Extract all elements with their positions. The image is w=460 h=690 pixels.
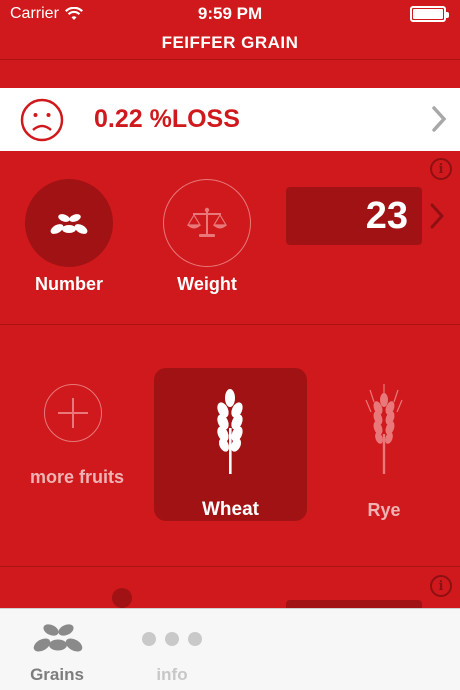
loss-value: 0.22 %LOSS xyxy=(94,105,240,133)
scale-icon xyxy=(186,207,228,237)
count-value[interactable]: 23 xyxy=(286,187,422,245)
page-title: FEIFFER GRAIN xyxy=(161,33,299,52)
loss-summary-row[interactable]: 0.22 %LOSS xyxy=(0,88,460,151)
tab-info[interactable]: info xyxy=(112,609,232,690)
divider xyxy=(0,59,460,60)
partial-value-box xyxy=(286,600,422,608)
chevron-right-icon[interactable] xyxy=(430,203,444,229)
tab-label-grains: Grains xyxy=(30,665,84,684)
tab-grains[interactable]: Grains xyxy=(0,609,120,690)
mode-label-number: Number xyxy=(34,274,103,294)
grains-tab-icon xyxy=(33,624,83,652)
more-fruits-label[interactable]: more fruits xyxy=(18,467,136,488)
grains-icon xyxy=(50,214,88,234)
info-icon[interactable]: i xyxy=(430,575,452,597)
rye-icon[interactable] xyxy=(362,382,406,474)
partial-circle-button xyxy=(112,588,132,608)
more-dots-icon xyxy=(142,632,202,646)
tab-label-info: info xyxy=(156,665,188,684)
status-bar: Carrier 9:59 PM xyxy=(0,0,460,28)
grain-label-wheat: Wheat xyxy=(202,499,259,520)
mode-label-weight: Weight xyxy=(177,274,237,294)
chevron-right-icon xyxy=(432,106,446,132)
divider xyxy=(0,566,460,567)
number-mode-button[interactable] xyxy=(25,179,113,267)
tab-bar: Grains info xyxy=(0,608,460,690)
sad-face-icon xyxy=(20,98,64,141)
status-time: 9:59 PM xyxy=(197,4,263,23)
battery-icon xyxy=(410,6,449,22)
grain-card-wheat[interactable]: Wheat xyxy=(154,368,307,521)
wheat-icon xyxy=(217,389,243,474)
add-grain-button[interactable] xyxy=(44,384,102,442)
info-icon[interactable]: i xyxy=(430,158,452,180)
grain-label-rye[interactable]: Rye xyxy=(334,500,434,521)
plus-icon xyxy=(57,397,88,428)
weight-mode-button[interactable] xyxy=(163,179,251,267)
divider xyxy=(0,324,460,325)
